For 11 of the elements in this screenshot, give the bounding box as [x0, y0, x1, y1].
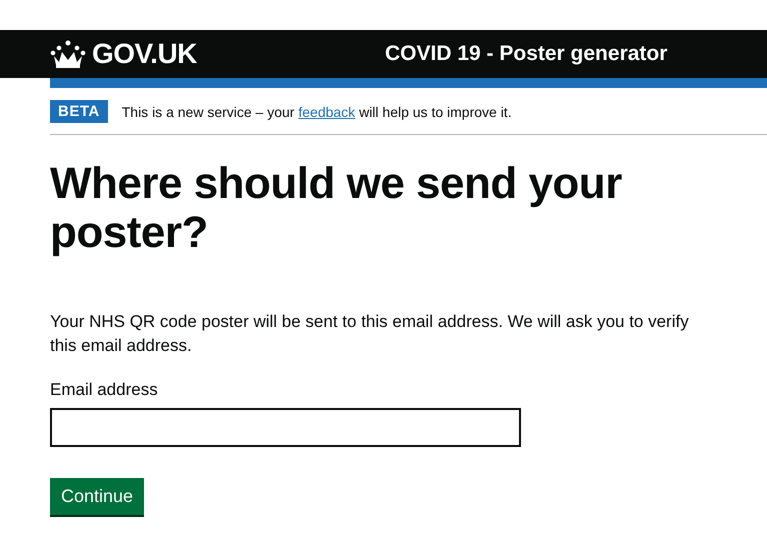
body-text: Your NHS QR code poster will be sent to this email address. We will ask you to verify this email address.	[50, 310, 690, 358]
feedback-link[interactable]: feedback	[298, 104, 356, 120]
banner-text: This is a new service – your feedback will help us to improve it.	[122, 104, 512, 120]
email-field[interactable]	[50, 408, 521, 447]
page-heading: Where should we send your poster?	[50, 159, 623, 258]
service-name: COVID 19 - Poster generator	[385, 42, 668, 66]
phase-tag: BETA	[50, 100, 108, 123]
site-logo[interactable]: GOV.UK	[92, 38, 197, 70]
continue-button[interactable]: Continue	[50, 478, 144, 515]
field-label: Email address	[50, 380, 158, 400]
crown-icon	[50, 40, 86, 68]
